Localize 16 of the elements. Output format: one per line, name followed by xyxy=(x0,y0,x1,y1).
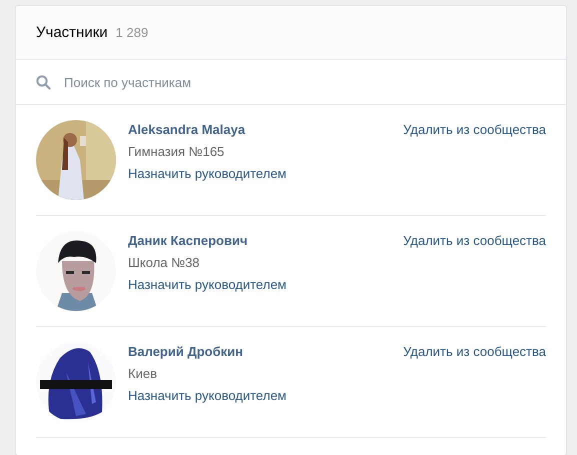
search-field[interactable]: Поиск по участникам xyxy=(64,74,546,90)
search-icon xyxy=(36,74,51,90)
remove-link[interactable]: Удалить из сообщества xyxy=(403,341,546,363)
member-name[interactable]: Даник Касперович xyxy=(128,230,248,252)
member-info: Киев xyxy=(128,365,157,383)
appoint-link[interactable]: Назначить руководителем xyxy=(128,163,286,185)
appoint-link[interactable]: Назначить руководителем xyxy=(128,385,286,407)
member-name[interactable]: Валерий Дробкин xyxy=(128,341,243,363)
section-title: Участники xyxy=(36,24,108,41)
appoint-link[interactable]: Назначить руководителем xyxy=(128,274,286,296)
member-info: Школа №38 xyxy=(128,254,200,272)
remove-link[interactable]: Удалить из сообщества xyxy=(403,119,546,141)
remove-link[interactable]: Удалить из сообщества xyxy=(403,230,546,252)
member-count: 1 289 xyxy=(116,25,148,40)
member-info: Гимназия №165 xyxy=(128,143,224,161)
member-name[interactable]: Aleksandra Malaya xyxy=(128,119,246,141)
